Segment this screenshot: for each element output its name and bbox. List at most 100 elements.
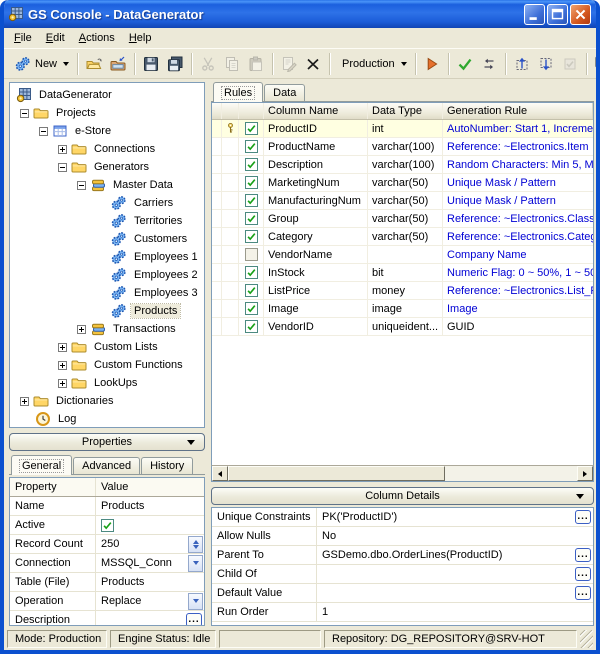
property-value[interactable]: 250 [96, 535, 204, 553]
expand-plus-icon[interactable] [20, 397, 29, 406]
column-details-header[interactable]: Column Details [211, 487, 594, 505]
tab-advanced[interactable]: Advanced [73, 457, 140, 474]
open-project-button[interactable] [82, 52, 106, 76]
checkbox-checked-icon[interactable] [101, 519, 114, 532]
save-all-button[interactable] [163, 52, 187, 76]
horizontal-scrollbar[interactable] [211, 465, 594, 482]
rules-row-image[interactable]: ImageimageImage [212, 300, 593, 318]
collapse-minus-icon[interactable] [20, 109, 29, 118]
maximize-button[interactable] [547, 4, 568, 25]
tree-item-products[interactable]: Products [10, 302, 204, 320]
new-button[interactable]: New [11, 52, 73, 76]
property-value[interactable]: MSSQL_Conn [96, 554, 204, 572]
resize-grip[interactable] [580, 630, 593, 648]
collapse-minus-icon[interactable] [58, 163, 67, 172]
close-button[interactable] [570, 4, 591, 25]
tree-item-e-store[interactable]: e-Store [10, 122, 204, 140]
tree-item-customers[interactable]: Customers [10, 230, 204, 248]
checkbox-checked-icon[interactable] [245, 122, 258, 135]
property-value[interactable]: Products [96, 573, 204, 591]
ellipsis-button[interactable]: ... [575, 567, 591, 581]
scroll-left-arrow[interactable] [212, 466, 228, 481]
run-button[interactable] [420, 52, 444, 76]
rules-row-manufacturingnum[interactable]: ManufacturingNumvarchar(50)Unique Mask /… [212, 192, 593, 210]
swap-button[interactable] [477, 52, 501, 76]
tab-rules[interactable]: Rules [213, 82, 263, 102]
dropdown-button[interactable] [188, 593, 203, 610]
checkbox-checked-icon[interactable] [245, 320, 258, 333]
rules-row-productname[interactable]: ProductNamevarchar(100)Reference: ~Elect… [212, 138, 593, 156]
rules-row-listprice[interactable]: ListPricemoneyReference: ~Electronics.Li… [212, 282, 593, 300]
tree-item-master-data[interactable]: Master Data [10, 176, 204, 194]
import-data-button[interactable] [510, 52, 534, 76]
spinner-control[interactable] [188, 536, 203, 553]
checkbox-checked-icon[interactable] [245, 158, 258, 171]
save-button[interactable] [139, 52, 163, 76]
checkbox-checked-icon[interactable] [245, 140, 258, 153]
tab-data[interactable]: Data [264, 84, 305, 101]
tree-item-custom-functions[interactable]: Custom Functions [10, 356, 204, 374]
expand-plus-icon[interactable] [77, 325, 86, 334]
tree-item-transactions[interactable]: Transactions [10, 320, 204, 338]
expand-plus-icon[interactable] [58, 361, 67, 370]
rules-row-group[interactable]: Groupvarchar(50)Reference: ~Electronics.… [212, 210, 593, 228]
checkbox-checked-icon[interactable] [245, 302, 258, 315]
property-value[interactable]: ... [96, 611, 204, 626]
validate-button[interactable] [453, 52, 477, 76]
rules-row-description[interactable]: Descriptionvarchar(100)Random Characters… [212, 156, 593, 174]
expand-plus-icon[interactable] [58, 145, 67, 154]
checkbox-checked-icon[interactable] [245, 230, 258, 243]
scroll-right-arrow[interactable] [577, 466, 593, 481]
title-bar[interactable]: GS Console - DataGenerator [4, 0, 596, 28]
rules-row-vendorid[interactable]: VendorIDuniqueident...GUID [212, 318, 593, 336]
properties-panel-header[interactable]: Properties [9, 433, 205, 451]
export-data-button[interactable] [534, 52, 558, 76]
save-copy-button[interactable] [591, 52, 600, 76]
minimize-button[interactable] [524, 4, 545, 25]
tab-history[interactable]: History [141, 457, 193, 474]
expand-plus-icon[interactable] [58, 343, 67, 352]
property-value[interactable]: Products [96, 497, 204, 515]
checkbox-checked-icon[interactable] [245, 284, 258, 297]
rules-row-category[interactable]: Categoryvarchar(50)Reference: ~Electroni… [212, 228, 593, 246]
tab-general[interactable]: General [11, 455, 72, 475]
checkbox-checked-icon[interactable] [245, 266, 258, 279]
expand-plus-icon[interactable] [58, 379, 67, 388]
tree-item-projects[interactable]: Projects [10, 104, 204, 122]
checkbox-checked-icon[interactable] [245, 176, 258, 189]
property-value[interactable] [96, 516, 204, 534]
ellipsis-button[interactable]: ... [575, 510, 591, 524]
tree-item-datagenerator[interactable]: DataGenerator [10, 86, 204, 104]
rules-row-instock[interactable]: InStockbitNumeric Flag: 0 ~ 50%, 1 ~ 50% [212, 264, 593, 282]
import-project-button[interactable] [106, 52, 130, 76]
checkbox-checked-icon[interactable] [245, 212, 258, 225]
scroll-thumb[interactable] [228, 466, 445, 481]
property-value[interactable]: Replace [96, 592, 204, 610]
mode-button[interactable]: Production [334, 52, 411, 76]
ellipsis-button[interactable]: ... [186, 613, 202, 626]
dropdown-button[interactable] [188, 555, 203, 572]
tree-item-dictionaries[interactable]: Dictionaries [10, 392, 204, 410]
checkbox-checked-icon[interactable] [245, 194, 258, 207]
ellipsis-button[interactable]: ... [575, 548, 591, 562]
tree-item-carriers[interactable]: Carriers [10, 194, 204, 212]
collapse-minus-icon[interactable] [77, 181, 86, 190]
delete-button[interactable] [301, 52, 325, 76]
tree-item-territories[interactable]: Territories [10, 212, 204, 230]
tree-item-employees-2[interactable]: Employees 2 [10, 266, 204, 284]
checkbox-unchecked-icon[interactable] [245, 248, 258, 261]
ellipsis-button[interactable]: ... [575, 586, 591, 600]
tree-item-log[interactable]: Log [10, 410, 204, 428]
tree-item-custom-lists[interactable]: Custom Lists [10, 338, 204, 356]
tree-item-connections[interactable]: Connections [10, 140, 204, 158]
menu-file[interactable]: File [7, 30, 39, 46]
tree-item-lookups[interactable]: LookUps [10, 374, 204, 392]
rules-row-productid[interactable]: ProductIDintAutoNumber: Start 1, Increme [212, 120, 593, 138]
menu-help[interactable]: Help [122, 30, 159, 46]
rules-row-marketingnum[interactable]: MarketingNumvarchar(50)Unique Mask / Pat… [212, 174, 593, 192]
tree-item-employees-1[interactable]: Employees 1 [10, 248, 204, 266]
menu-edit[interactable]: Edit [39, 30, 72, 46]
rules-row-vendorname[interactable]: VendorNameCompany Name [212, 246, 593, 264]
tree-item-employees-3[interactable]: Employees 3 [10, 284, 204, 302]
collapse-minus-icon[interactable] [39, 127, 48, 136]
